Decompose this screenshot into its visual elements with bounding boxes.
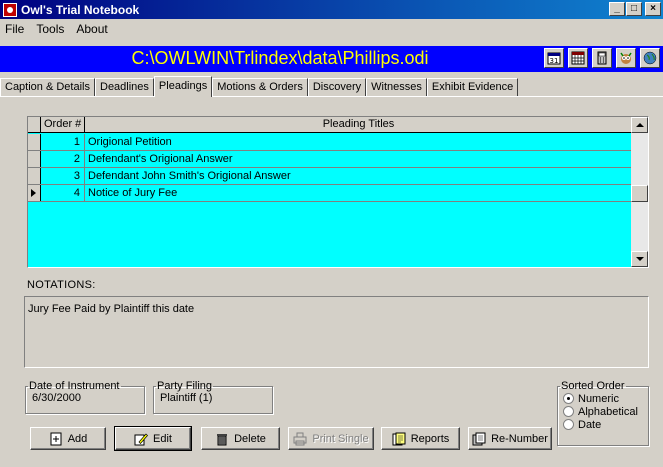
- scroll-down-button[interactable]: [631, 251, 648, 267]
- calculator-grid-icon[interactable]: [568, 48, 588, 68]
- sort-alphabetical-label: Alphabetical: [578, 405, 638, 418]
- renumber-button[interactable]: Re-Number: [468, 427, 552, 450]
- edit-button[interactable]: Edit: [114, 426, 192, 451]
- renumber-label: Re-Number: [491, 432, 548, 445]
- table-row[interactable]: 3 Defendant John Smith's Origional Answe…: [28, 168, 632, 185]
- print-single-button[interactable]: Print Single: [288, 427, 374, 450]
- radio-checked-icon[interactable]: [563, 393, 574, 404]
- title-bar: Owl's Trial Notebook _ □ ×: [0, 0, 663, 19]
- tab-caption-details[interactable]: Caption & Details: [0, 78, 95, 96]
- close-button[interactable]: ×: [645, 2, 661, 16]
- party-filing-value[interactable]: Plaintiff (1): [158, 392, 268, 404]
- scroll-up-button[interactable]: [631, 117, 648, 133]
- date-of-instrument-value[interactable]: 6/30/2000: [30, 392, 140, 404]
- grid-header: Order # Pleading Titles: [28, 117, 632, 133]
- edit-label: Edit: [153, 432, 172, 445]
- svg-text:31: 31: [550, 57, 559, 65]
- owl-app-icon[interactable]: [3, 2, 17, 17]
- order-cell: 2: [41, 151, 85, 167]
- order-cell: 1: [41, 134, 85, 150]
- file-path: C:\OWLWIN\Trlindex\data\Phillips.odi: [131, 48, 429, 68]
- radio-unchecked-icon[interactable]: [563, 406, 574, 417]
- tab-deadlines[interactable]: Deadlines: [95, 78, 154, 96]
- date-of-instrument-group: Date of Instrument 6/30/2000: [25, 380, 145, 414]
- minimize-button[interactable]: _: [609, 2, 625, 16]
- title-cell: Notice of Jury Fee: [88, 187, 178, 199]
- add-label: Add: [67, 432, 88, 445]
- tab-witnesses[interactable]: Witnesses: [366, 78, 427, 96]
- renumber-icon: [472, 432, 486, 446]
- notations-label: NOTATIONS:: [27, 279, 96, 291]
- date-of-instrument-label: Date of Instrument: [29, 380, 120, 392]
- sort-numeric-option[interactable]: Numeric: [563, 392, 644, 405]
- order-column-header[interactable]: Order #: [41, 117, 85, 133]
- owl-icon[interactable]: [616, 48, 636, 68]
- sort-numeric-label: Numeric: [578, 392, 619, 405]
- file-path-bar: C:\OWLWIN\Trlindex\data\Phillips.odi 31: [0, 46, 663, 72]
- row-selector[interactable]: [28, 151, 41, 167]
- table-row[interactable]: 2 Defendant's Origional Answer: [28, 151, 632, 168]
- reports-button[interactable]: Reports: [381, 427, 460, 450]
- add-document-icon: [49, 432, 63, 446]
- party-filing-group: Party Filing Plaintiff (1): [153, 380, 273, 414]
- tab-discovery[interactable]: Discovery: [307, 78, 367, 96]
- scroll-thumb[interactable]: [631, 185, 648, 202]
- delete-label: Delete: [234, 432, 266, 445]
- menu-file[interactable]: File: [0, 22, 30, 36]
- delete-button[interactable]: Delete: [201, 427, 280, 450]
- radio-unchecked-icon[interactable]: [563, 419, 574, 430]
- sorted-order-group: Sorted Order Numeric Alphabetical Date: [557, 380, 649, 446]
- row-indicator-header: [28, 117, 41, 133]
- table-row-current[interactable]: 4 Notice of Jury Fee: [28, 185, 632, 202]
- order-cell: 3: [41, 168, 85, 184]
- window-title: Owl's Trial Notebook: [21, 2, 140, 17]
- tab-strip: Caption & Details Deadlines Pleadings Mo…: [0, 76, 519, 97]
- tab-exhibit-evidence[interactable]: Exhibit Evidence: [426, 78, 519, 96]
- sort-date-label: Date: [578, 418, 602, 431]
- add-button[interactable]: Add: [30, 427, 106, 450]
- tab-motions-orders[interactable]: Motions & Orders: [212, 78, 308, 96]
- tab-pleadings[interactable]: Pleadings: [153, 76, 213, 97]
- maximize-button[interactable]: □: [626, 2, 642, 16]
- party-filing-label: Party Filing: [157, 380, 213, 392]
- printer-icon: [293, 432, 307, 446]
- tab-divider: [0, 96, 663, 97]
- notations-field[interactable]: Jury Fee Paid by Plaintiff this date: [24, 296, 649, 368]
- table-row[interactable]: 1 Origional Petition: [28, 134, 632, 151]
- calculator-icon[interactable]: [592, 48, 612, 68]
- sorted-order-label: Sorted Order: [561, 380, 625, 392]
- menu-bar: File Tools About: [0, 20, 114, 38]
- row-selector[interactable]: [28, 134, 41, 150]
- pleading-titles-column-header[interactable]: Pleading Titles: [85, 117, 632, 133]
- menu-about[interactable]: About: [70, 22, 113, 36]
- edit-pencil-icon: [134, 432, 148, 446]
- row-selector[interactable]: [28, 168, 41, 184]
- calendar-icon[interactable]: 31: [544, 48, 564, 68]
- sort-date-option[interactable]: Date: [563, 418, 644, 431]
- row-selector[interactable]: [28, 185, 41, 201]
- order-cell: 4: [41, 185, 85, 201]
- title-cell: Defendant John Smith's Origional Answer: [88, 170, 291, 182]
- reports-icon: [392, 432, 406, 446]
- print-single-label: Print Single: [312, 432, 369, 445]
- title-cell: Defendant's Origional Answer: [88, 153, 233, 165]
- reports-label: Reports: [410, 432, 450, 445]
- current-row-arrow-icon: [31, 189, 36, 197]
- title-cell: Origional Petition: [88, 136, 172, 148]
- grid-scrollbar[interactable]: [631, 117, 648, 267]
- trash-can-icon: [215, 432, 229, 446]
- pleadings-grid[interactable]: Order # Pleading Titles 1 Origional Peti…: [27, 116, 649, 268]
- menu-tools[interactable]: Tools: [30, 22, 70, 36]
- globe-icon[interactable]: [640, 48, 660, 68]
- sort-alphabetical-option[interactable]: Alphabetical: [563, 405, 644, 418]
